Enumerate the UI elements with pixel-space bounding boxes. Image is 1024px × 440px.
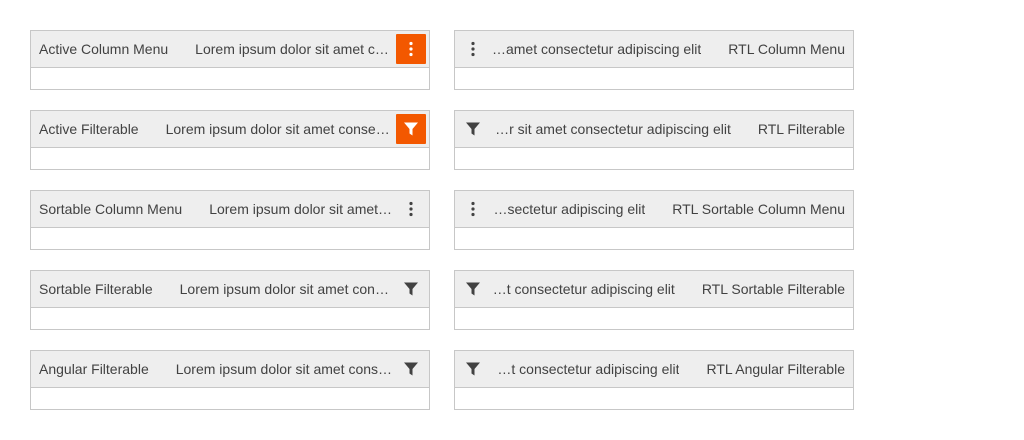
column-header-label: Active Column Menu — [39, 41, 169, 57]
filter-icon — [465, 121, 481, 137]
filter-icon — [403, 361, 419, 377]
grid-rtl-angular-filterable: Lorem ipsum dolor sit amet consectetur a… — [454, 350, 854, 410]
grid-header: Active Filterable Lorem ipsum dolor sit … — [31, 111, 429, 148]
grid-rtl-sortable-filterable: Lorem ipsum dolor sit amet consectetur a… — [454, 270, 854, 330]
rtl-grids-column: Lorem ipsum dolor sit amet consectetur a… — [454, 30, 854, 430]
column-header-title[interactable]: Lorem ipsum dolor sit amet consectetur a… — [209, 201, 393, 217]
grid-rtl-sortable-column-menu: Lorem ipsum dolor sit amet consectetur a… — [454, 190, 854, 250]
grid-header: Sortable Filterable Lorem ipsum dolor si… — [31, 271, 429, 308]
column-menu-icon — [465, 201, 481, 217]
column-header-title[interactable]: Lorem ipsum dolor sit amet consectetur a… — [491, 41, 701, 57]
column-header-label: Sortable Filterable — [39, 281, 153, 297]
column-header-title[interactable]: Lorem ipsum dolor sit amet consectetur a… — [176, 361, 393, 377]
filter-icon — [403, 281, 419, 297]
filter-button[interactable] — [396, 354, 426, 384]
column-menu-button[interactable] — [458, 34, 488, 64]
grid-header: Sortable Column Menu Lorem ipsum dolor s… — [31, 191, 429, 228]
grid-body-row — [455, 308, 853, 329]
ltr-grids-column: Active Column Menu Lorem ipsum dolor sit… — [30, 30, 430, 430]
column-menu-button[interactable] — [396, 34, 426, 64]
column-menu-icon — [403, 41, 419, 57]
column-header-label: RTL Angular Filterable — [706, 361, 845, 377]
column-header-label: Active Filterable — [39, 121, 139, 137]
column-header-title[interactable]: Lorem ipsum dolor sit amet consectetur a… — [166, 121, 393, 137]
grid-rtl-filterable: Lorem ipsum dolor sit amet consectetur a… — [454, 110, 854, 170]
filter-button[interactable] — [458, 274, 488, 304]
column-menu-icon — [403, 201, 419, 217]
column-header-label: RTL Sortable Column Menu — [672, 201, 845, 217]
grid-sortable-column-menu: Sortable Column Menu Lorem ipsum dolor s… — [30, 190, 430, 250]
column-header-label: RTL Sortable Filterable — [701, 281, 845, 297]
column-menu-button[interactable] — [396, 194, 426, 224]
grid-body-row — [31, 388, 429, 409]
column-header-title[interactable]: Lorem ipsum dolor sit amet consectetur a… — [491, 361, 679, 377]
grid-header: Active Column Menu Lorem ipsum dolor sit… — [31, 31, 429, 68]
grid-body-row — [455, 148, 853, 169]
column-header-label: Angular Filterable — [39, 361, 149, 377]
filter-button[interactable] — [396, 274, 426, 304]
filter-icon — [465, 361, 481, 377]
column-header-title[interactable]: Lorem ipsum dolor sit amet consectetur a… — [491, 121, 731, 137]
column-header-title[interactable]: Lorem ipsum dolor sit amet consectetur a… — [180, 281, 393, 297]
grid-body-row — [31, 308, 429, 329]
grid-body-row — [455, 68, 853, 89]
grid-body-row — [455, 228, 853, 249]
grid-header: Lorem ipsum dolor sit amet consectetur a… — [455, 351, 853, 388]
grid-body-row — [31, 148, 429, 169]
grid-body-row — [455, 388, 853, 409]
column-header-title[interactable]: Lorem ipsum dolor sit amet consectetur a… — [195, 41, 393, 57]
grid-header: Angular Filterable Lorem ipsum dolor sit… — [31, 351, 429, 388]
grid-header: Lorem ipsum dolor sit amet consectetur a… — [455, 191, 853, 228]
column-header-label: RTL Filterable — [757, 121, 845, 137]
grid-active-filterable: Active Filterable Lorem ipsum dolor sit … — [30, 110, 430, 170]
filter-icon — [403, 121, 419, 137]
grid-active-column-menu: Active Column Menu Lorem ipsum dolor sit… — [30, 30, 430, 90]
column-menu-icon — [465, 41, 481, 57]
column-header-label: Sortable Column Menu — [39, 201, 183, 217]
column-header-label: RTL Column Menu — [728, 41, 845, 57]
grid-sortable-filterable: Sortable Filterable Lorem ipsum dolor si… — [30, 270, 430, 330]
grid-header: Lorem ipsum dolor sit amet consectetur a… — [455, 271, 853, 308]
grid-rtl-column-menu: Lorem ipsum dolor sit amet consectetur a… — [454, 30, 854, 90]
filter-button[interactable] — [396, 114, 426, 144]
column-header-title[interactable]: Lorem ipsum dolor sit amet consectetur a… — [491, 201, 645, 217]
filter-icon — [465, 281, 481, 297]
grid-angular-filterable: Angular Filterable Lorem ipsum dolor sit… — [30, 350, 430, 410]
grid-body-row — [31, 228, 429, 249]
filter-button[interactable] — [458, 354, 488, 384]
column-menu-button[interactable] — [458, 194, 488, 224]
column-header-title[interactable]: Lorem ipsum dolor sit amet consectetur a… — [491, 281, 675, 297]
grid-header: Lorem ipsum dolor sit amet consectetur a… — [455, 31, 853, 68]
filter-button[interactable] — [458, 114, 488, 144]
grid-header: Lorem ipsum dolor sit amet consectetur a… — [455, 111, 853, 148]
grid-body-row — [31, 68, 429, 89]
